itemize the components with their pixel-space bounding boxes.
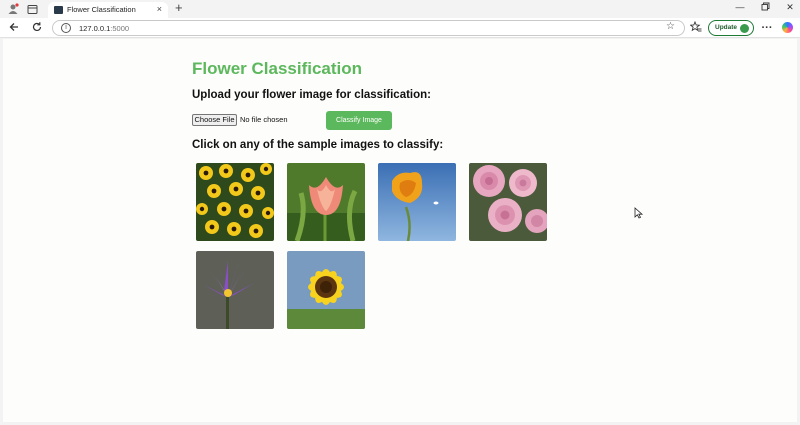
- tab-close-icon[interactable]: ×: [157, 4, 162, 14]
- sample-daisies-image: [196, 163, 274, 241]
- sample-poppy[interactable]: [378, 163, 456, 241]
- sample-sunflower[interactable]: [287, 251, 365, 329]
- minimize-icon[interactable]: —: [733, 2, 747, 12]
- sample-daisies[interactable]: [196, 163, 274, 241]
- samples-heading: Click on any of the sample images to cla…: [192, 139, 444, 151]
- site-info-icon[interactable]: i: [61, 23, 71, 33]
- favorites-icon[interactable]: [689, 20, 703, 35]
- tab-title: Flower Classification: [67, 5, 136, 14]
- profile-icon[interactable]: [6, 2, 20, 16]
- address-bar[interactable]: i 127.0.0.1:5000 ☆: [52, 20, 685, 36]
- sample-waterlily-image: [196, 251, 274, 329]
- browser-toolbar: i 127.0.0.1:5000 ☆ Update ···: [0, 18, 800, 38]
- update-button[interactable]: Update: [708, 20, 754, 36]
- close-icon[interactable]: ✕: [783, 2, 797, 13]
- copilot-icon[interactable]: [782, 22, 793, 33]
- tab-favicon-icon: [54, 6, 63, 14]
- sample-waterlily[interactable]: [196, 251, 274, 329]
- sample-sunflower-image: [287, 251, 365, 329]
- update-label: Update: [715, 24, 738, 31]
- sample-poppy-image: [378, 163, 456, 241]
- new-tab-icon[interactable]: +: [175, 0, 183, 15]
- upload-heading: Upload your flower image for classificat…: [192, 89, 431, 101]
- classify-image-button[interactable]: Classify Image: [326, 111, 392, 130]
- more-icon[interactable]: ···: [760, 21, 774, 35]
- url-text: 127.0.0.1:5000: [79, 24, 129, 33]
- sample-roses[interactable]: [469, 163, 547, 241]
- maximize-icon[interactable]: [758, 2, 772, 13]
- mouse-cursor-icon: [634, 207, 644, 219]
- browser-tab-active[interactable]: Flower Classification ×: [48, 2, 168, 18]
- tab-actions-icon[interactable]: [25, 2, 39, 16]
- favorite-star-icon[interactable]: ☆: [666, 21, 675, 32]
- choose-file-button[interactable]: Choose File: [192, 114, 237, 126]
- reload-icon[interactable]: [30, 21, 44, 35]
- url-host: 127.0.0.1: [79, 23, 111, 33]
- sample-roses-image: [469, 163, 547, 241]
- sample-tulip[interactable]: [287, 163, 365, 241]
- file-status-text: No file chosen: [240, 115, 288, 124]
- browser-titlebar: Flower Classification × + — ✕: [0, 0, 800, 18]
- url-port: :5000: [110, 23, 130, 33]
- page-viewport: Flower Classification Upload your flower…: [3, 39, 797, 422]
- page-title: Flower Classification: [192, 59, 363, 78]
- update-icon: [740, 24, 749, 33]
- back-icon[interactable]: [7, 21, 21, 35]
- sample-tulip-image: [287, 163, 365, 241]
